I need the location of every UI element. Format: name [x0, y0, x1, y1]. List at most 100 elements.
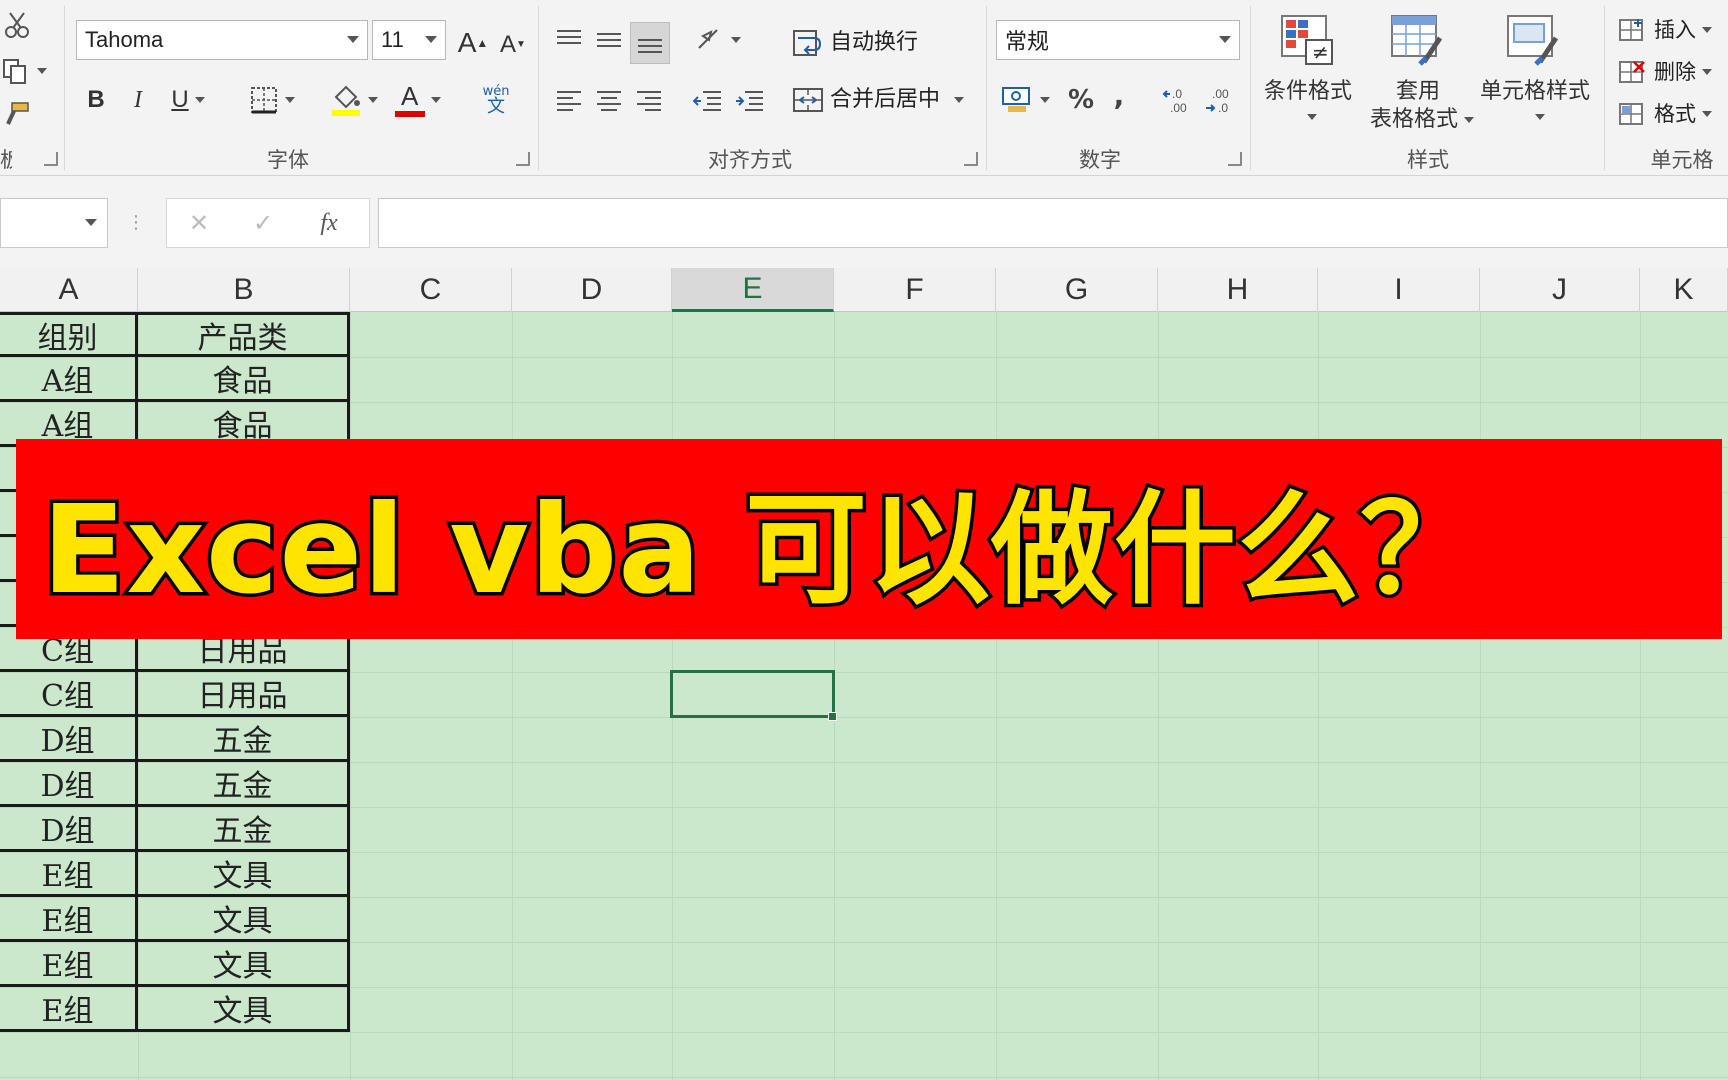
table-cell[interactable]: 五金	[138, 717, 350, 762]
align-top-button[interactable]	[552, 24, 586, 56]
number-launcher-icon[interactable]	[1228, 152, 1242, 166]
column-header-f[interactable]: F	[834, 268, 996, 312]
font-launcher-icon[interactable]	[516, 152, 530, 166]
styles-group-label: 样式	[1407, 148, 1449, 172]
table-cell[interactable]: 五金	[138, 807, 350, 852]
increase-decimal-button[interactable]: .0.00	[1160, 84, 1196, 118]
cut-icon[interactable]	[0, 8, 34, 42]
phonetic-button[interactable]: wén 文	[468, 82, 524, 118]
column-header-e[interactable]: E	[672, 268, 834, 312]
svg-text:.0: .0	[1172, 87, 1182, 101]
increase-indent-button[interactable]	[732, 84, 768, 116]
align-right-button[interactable]	[632, 84, 666, 116]
table-cell[interactable]: D组	[0, 717, 138, 762]
column-header-k[interactable]: K	[1640, 268, 1728, 312]
selected-cell[interactable]	[670, 670, 835, 718]
insert-label: 插入	[1654, 17, 1696, 42]
column-header-g[interactable]: G	[996, 268, 1158, 312]
align-left-button[interactable]	[552, 84, 586, 116]
table-cell[interactable]: 文具	[138, 942, 350, 987]
cell-styles-icon[interactable]	[1506, 14, 1560, 66]
grow-font-button[interactable]: A ▲	[456, 26, 490, 60]
cancel-icon[interactable]: ✕	[179, 207, 219, 239]
insert-function-icon[interactable]: fx	[307, 207, 351, 239]
separator	[986, 6, 987, 170]
conditional-format-button[interactable]: 条件格式	[1256, 78, 1360, 106]
grid-column-line	[1640, 312, 1641, 1080]
format-label: 格式	[1654, 101, 1696, 126]
merge-center-button[interactable]: 合并后居中	[792, 82, 982, 118]
table-cell[interactable]: 组别	[0, 312, 138, 357]
align-middle-button[interactable]	[592, 24, 626, 56]
format-as-table-button-line2[interactable]: 表格格式	[1356, 106, 1488, 134]
table-cell[interactable]: 五金	[138, 762, 350, 807]
table-cell[interactable]: 文具	[138, 897, 350, 942]
font-size-value: 11	[381, 27, 404, 52]
name-box[interactable]	[0, 198, 108, 248]
column-header-c[interactable]: C	[350, 268, 512, 312]
format-painter-icon[interactable]	[0, 98, 34, 132]
align-bottom-button[interactable]	[630, 22, 670, 64]
delete-button[interactable]: 删除	[1618, 56, 1728, 88]
decrease-decimal-button[interactable]: .00.0	[1202, 84, 1238, 118]
column-header-a[interactable]: A	[0, 268, 138, 312]
grid-column-line	[996, 312, 997, 1080]
bold-button[interactable]: B	[80, 84, 112, 116]
fill-handle[interactable]	[828, 712, 837, 721]
table-cell[interactable]: 文具	[138, 987, 350, 1032]
copy-icon[interactable]	[0, 54, 48, 88]
conditional-format-icon[interactable]: ≠	[1280, 14, 1334, 66]
table-cell[interactable]: E组	[0, 897, 138, 942]
borders-button[interactable]	[244, 84, 300, 116]
table-cell[interactable]: E组	[0, 987, 138, 1032]
enter-icon[interactable]: ✓	[243, 207, 283, 239]
insert-button[interactable]: 插入	[1618, 14, 1728, 46]
shrink-font-button[interactable]: A ▼	[496, 30, 530, 60]
table-cell[interactable]: 文具	[138, 852, 350, 897]
accounting-format-button[interactable]	[996, 82, 1054, 118]
worksheet-grid[interactable]: ABCDEFGHIJK 组别 产品类 A组 食品 A组 食品 C组 日用品 C组 日用品 D组 五金 D…	[0, 268, 1728, 1080]
table-cell[interactable]: 日用品	[138, 672, 350, 717]
format-button[interactable]: 格式	[1618, 98, 1728, 130]
align-center-button[interactable]	[592, 84, 626, 116]
conditional-format-dropdown-icon[interactable]	[1300, 110, 1324, 124]
comma-button[interactable]: ,	[1106, 80, 1132, 112]
table-cell[interactable]: C组	[0, 672, 138, 717]
orientation-button[interactable]	[690, 24, 746, 56]
table-cell[interactable]: A组	[0, 357, 138, 402]
font-size-select[interactable]: 11	[372, 20, 446, 60]
italic-button[interactable]: I	[122, 84, 154, 116]
grid-row-line	[0, 1077, 1728, 1078]
format-as-table-label: 表格格式	[1369, 107, 1458, 132]
table-cell[interactable]: E组	[0, 852, 138, 897]
format-as-table-icon[interactable]	[1390, 14, 1444, 66]
column-header-b[interactable]: B	[138, 268, 350, 312]
font-group-label: 字体	[267, 148, 309, 172]
table-cell[interactable]: D组	[0, 807, 138, 852]
fill-color-button[interactable]	[326, 82, 382, 118]
percent-button[interactable]: %	[1064, 84, 1098, 116]
column-header-j[interactable]: J	[1480, 268, 1640, 312]
column-header-h[interactable]: H	[1158, 268, 1318, 312]
column-header-d[interactable]: D	[512, 268, 672, 312]
clipboard-group-label: 板	[0, 148, 12, 172]
cell-styles-button[interactable]: 单元格样式	[1476, 78, 1594, 106]
cell-styles-dropdown-icon[interactable]	[1528, 110, 1552, 124]
separator	[64, 6, 65, 170]
font-color-button[interactable]: A	[390, 82, 446, 118]
clipboard-launcher-icon[interactable]	[44, 152, 58, 166]
table-cell[interactable]: E组	[0, 942, 138, 987]
table-cell[interactable]: D组	[0, 762, 138, 807]
banner-text: Excel vba 可以做什么？	[38, 475, 1485, 624]
decrease-indent-button[interactable]	[690, 84, 726, 116]
format-as-table-button-line1[interactable]: 套用	[1390, 78, 1446, 106]
formula-input[interactable]	[378, 198, 1728, 248]
table-cell[interactable]: 产品类	[138, 312, 350, 357]
font-name-select[interactable]: Tahoma	[76, 20, 368, 60]
table-cell[interactable]: 食品	[138, 357, 350, 402]
wrap-text-button[interactable]: 自动换行	[792, 26, 952, 60]
alignment-launcher-icon[interactable]	[964, 152, 978, 166]
column-header-i[interactable]: I	[1318, 268, 1480, 312]
underline-button[interactable]: U	[164, 84, 212, 116]
number-format-select[interactable]: 常规	[996, 20, 1240, 60]
